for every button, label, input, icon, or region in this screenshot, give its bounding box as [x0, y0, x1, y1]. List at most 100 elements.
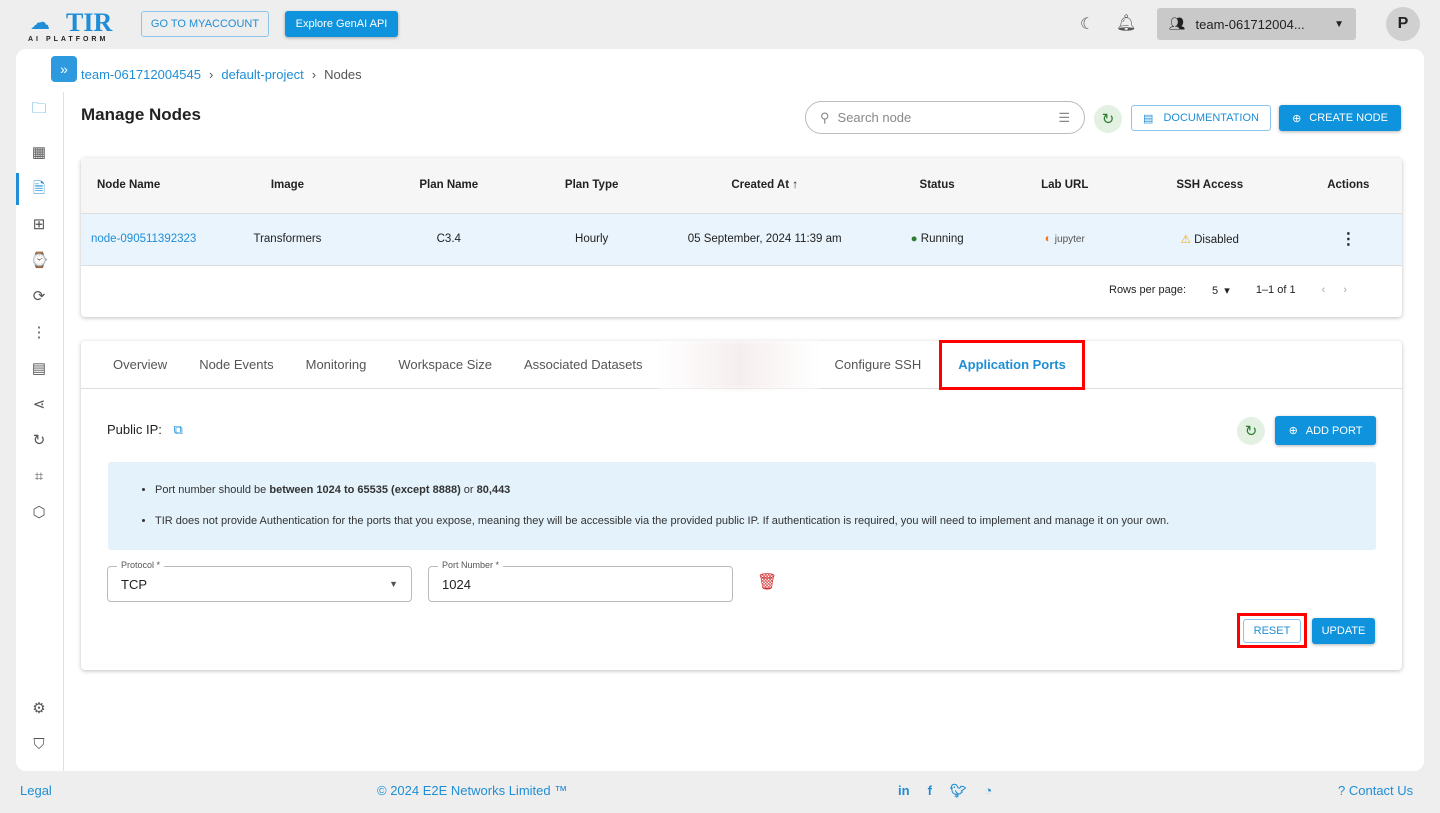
- refresh-ports-button[interactable]: ↻: [1237, 417, 1265, 445]
- logo-subtitle: AI PLATFORM: [28, 36, 109, 43]
- facebook-icon[interactable]: f: [928, 783, 932, 799]
- page-range: 1–1 of 1: [1255, 284, 1296, 296]
- plus-icon: ⊕: [1288, 425, 1298, 437]
- col-status: Status: [869, 158, 1005, 213]
- cloud-icon: ☁: [30, 12, 50, 34]
- port-info-box: Port number should be between 1024 to 65…: [108, 462, 1376, 550]
- tab-node-events[interactable]: Node Events: [183, 341, 289, 389]
- reset-button[interactable]: RESET: [1243, 618, 1301, 643]
- document-icon: ▤: [1143, 112, 1154, 125]
- package-icon[interactable]: ⬡: [30, 504, 48, 522]
- created-cell: 05 September, 2024 11:39 am: [659, 212, 870, 266]
- copy-icon[interactable]: ⧉: [174, 422, 183, 437]
- col-created-at[interactable]: Created At ↑: [659, 158, 870, 213]
- next-page-button[interactable]: ›: [1343, 284, 1347, 297]
- tab-workspace-size[interactable]: Workspace Size: [382, 341, 508, 389]
- hierarchy-icon[interactable]: ⋮: [30, 324, 48, 342]
- add-port-button[interactable]: ⊕ ADD PORT: [1275, 416, 1376, 445]
- breadcrumb-team[interactable]: team-061712004545: [81, 67, 201, 82]
- ssh-cell: ⚠ Disabled: [1124, 212, 1295, 266]
- tir-logo[interactable]: TIR AI PLATFORM ☁: [26, 8, 126, 44]
- tab-overview[interactable]: Overview: [97, 341, 183, 389]
- public-ip-label: Public IP: ⧉: [107, 422, 183, 437]
- team-selector[interactable]: 👥︎ team-061712004... ▼: [1157, 8, 1356, 40]
- schedule-icon[interactable]: ⌚: [30, 252, 49, 270]
- search-icon: ⚲: [820, 109, 830, 125]
- update-button[interactable]: UPDATE: [1312, 618, 1375, 644]
- active-indicator: [16, 173, 19, 205]
- sync-icon[interactable]: ↻: [30, 432, 48, 450]
- rss-icon[interactable]: ◔: [984, 783, 992, 799]
- breadcrumb-project[interactable]: default-project: [221, 67, 303, 82]
- explore-genai-button[interactable]: Explore GenAI API: [285, 11, 398, 37]
- col-lab-url: Lab URL: [1004, 158, 1125, 213]
- copyright: © 2024 E2E Networks Limited ™: [377, 783, 568, 798]
- team-icon: 👥︎: [1169, 16, 1186, 31]
- team-name: team-061712004...: [1195, 16, 1305, 32]
- twitter-icon[interactable]: 🐦︎: [950, 783, 967, 799]
- code-icon[interactable]: ⌗: [30, 468, 48, 486]
- col-node-name: Node Name: [81, 158, 201, 213]
- dark-mode-icon[interactable]: ☾: [1080, 14, 1094, 34]
- logo-text: TIR: [66, 8, 113, 37]
- rows-per-page-select[interactable]: 5 ▾: [1212, 284, 1230, 297]
- tab-monitoring[interactable]: Monitoring: [290, 341, 383, 389]
- reset-highlight: RESET: [1237, 613, 1307, 648]
- social-links: in f 🐦︎ ◔: [898, 783, 992, 799]
- shield-icon[interactable]: ⛉: [30, 736, 48, 754]
- create-node-button[interactable]: ⊕ CREATE NODE: [1279, 105, 1401, 131]
- settings-icon[interactable]: ⚙: [30, 700, 48, 718]
- expand-sidebar-button[interactable]: »: [51, 56, 77, 82]
- search-placeholder: Search node: [837, 110, 912, 125]
- more-actions-icon[interactable]: ⋮: [1294, 212, 1402, 266]
- rows-per-page-label: Rows per page:: [1109, 284, 1187, 296]
- col-plan-type: Plan Type: [523, 158, 660, 213]
- tab-redacted[interactable]: [658, 340, 819, 389]
- search-input[interactable]: ⚲ Search node ☰: [805, 101, 1085, 134]
- legal-link[interactable]: Legal: [20, 783, 52, 798]
- sort-arrow-icon: ↑: [792, 179, 799, 192]
- filter-icon[interactable]: ☰: [1058, 110, 1070, 126]
- delete-icon[interactable]: 🗑︎: [757, 572, 777, 592]
- avatar[interactable]: P: [1386, 7, 1420, 41]
- warning-icon: ⚠: [1180, 234, 1191, 246]
- plan-cell: C3.4: [373, 212, 524, 266]
- page-title: Manage Nodes: [81, 105, 201, 124]
- dashboard-icon[interactable]: ▦: [30, 144, 48, 162]
- contact-us-link[interactable]: ? Contact Us: [1338, 783, 1413, 798]
- share-icon[interactable]: ⋖: [30, 396, 48, 414]
- dropdown-icon: ▼: [1334, 18, 1344, 30]
- documentation-button[interactable]: ▤ DOCUMENTATION: [1131, 105, 1271, 131]
- help-icon: ?: [1338, 783, 1346, 798]
- pagination: Rows per page: 5 ▾ 1–1 of 1 ‹ ›: [1109, 284, 1347, 297]
- col-actions: Actions: [1294, 158, 1402, 213]
- pipeline-icon[interactable]: ⟳: [30, 288, 48, 306]
- nodes-icon[interactable]: 🗎: [30, 180, 48, 198]
- protocol-select[interactable]: Protocol * TCP ▼: [107, 560, 412, 602]
- grid-icon[interactable]: ⊞: [30, 216, 48, 234]
- tab-application-ports[interactable]: Application Ports: [939, 339, 1085, 390]
- registry-icon[interactable]: ▤: [30, 360, 48, 378]
- breadcrumb: team-061712004545 › default-project › Nodes: [81, 67, 362, 82]
- tab-configure-ssh[interactable]: Configure SSH: [819, 341, 938, 389]
- bell-icon[interactable]: 🔔︎: [1116, 13, 1136, 33]
- node-name-link[interactable]: node-090511392323: [81, 212, 201, 266]
- jupyter-link[interactable]: ◐ jupyter: [1004, 212, 1125, 266]
- plus-icon: ⊕: [1292, 112, 1302, 125]
- prev-page-button[interactable]: ‹: [1322, 284, 1326, 297]
- linkedin-icon[interactable]: in: [898, 783, 910, 799]
- folder-icon[interactable]: 🗀: [30, 100, 48, 118]
- plan-type-cell: Hourly: [523, 212, 660, 266]
- col-plan-name: Plan Name: [373, 158, 524, 213]
- info-port-range: Port number should be between 1024 to 65…: [155, 484, 510, 496]
- go-to-myaccount-button[interactable]: GO TO MYACCOUNT: [141, 11, 269, 37]
- table-header: Node Name Image Plan Name Plan Type Crea…: [81, 158, 1402, 213]
- port-number-input[interactable]: Port Number * 1024: [428, 560, 733, 602]
- breadcrumb-current: Nodes: [324, 67, 362, 82]
- col-image: Image: [201, 158, 374, 213]
- refresh-button[interactable]: ↻: [1094, 105, 1122, 133]
- tab-associated-datasets[interactable]: Associated Datasets: [508, 341, 659, 389]
- info-authentication: TIR does not provide Authentication for …: [155, 515, 1169, 527]
- sidebar: 🗀 ▦ 🗎 ⊞ ⌚ ⟳ ⋮ ▤ ⋖ ↻ ⌗ ⬡ ⚙ ⛉: [16, 92, 64, 771]
- status-badge: ● Running: [869, 212, 1005, 266]
